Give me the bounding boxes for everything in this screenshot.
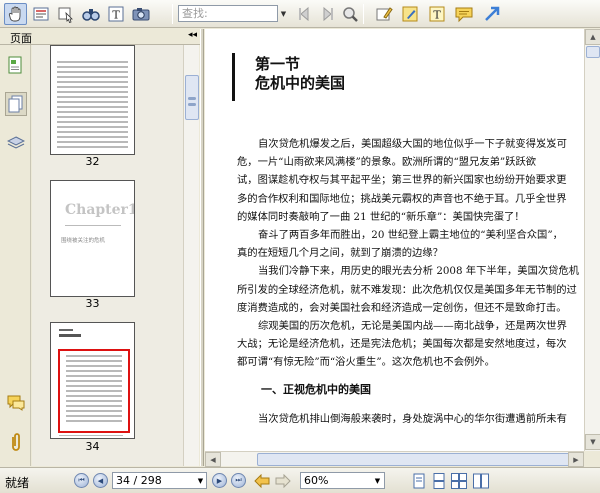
note-edit-icon[interactable] [398, 3, 421, 25]
page-number-input[interactable]: 34 / 298 [112, 472, 207, 489]
attachment-icon[interactable] [5, 430, 27, 454]
pages-icon[interactable] [5, 53, 27, 77]
section-title: 危机中的美国 [255, 74, 346, 92]
page-dropdown-icon[interactable]: ▼ [195, 473, 206, 488]
text-line: 的媒体同时奏敲响了一曲 21 世纪的“新乐章”：美国快完蛋了！ [237, 210, 525, 223]
text-line: 危，一片“山雨欲来风满楼”的景象。欧洲所谓的“盟兄友弟”跃跃欲 [237, 156, 537, 169]
text-line: 奋斗了两百多年而胜出，20 世纪登上霸主地位的“美利坚合众国”， [258, 229, 563, 242]
text-tool-icon[interactable]: T [104, 3, 127, 25]
page-thumbnail-label: 34 [85, 440, 100, 453]
text-line: 自次贷危机爆发之后，美国超级大国的地位似乎一下子就变得岌岌可 [258, 138, 567, 150]
text-line: 综观美国的历次危机，无论是美国内战——南北战争，还是两次世界 [258, 320, 567, 333]
collapse-panel-icon[interactable]: ◂◂ [188, 30, 197, 40]
first-page-icon[interactable]: ⏮ [74, 473, 89, 488]
document-vertical-scrollbar[interactable]: ▲ ▼ [584, 29, 600, 451]
search-options-icon[interactable] [338, 3, 361, 25]
svg-text:T: T [433, 9, 441, 22]
page-thumbnail[interactable] [50, 45, 135, 155]
section-number: 第一节 [255, 55, 301, 73]
text-line: 都可谓“有惊无险”而“浴火重生”。这次危机也不会例外。 [237, 356, 495, 369]
continuous-icon[interactable] [430, 472, 448, 490]
text-box-icon[interactable]: T [425, 3, 448, 25]
snapshot-icon[interactable] [54, 3, 77, 25]
search-dropdown-icon[interactable]: ▼ [278, 5, 289, 22]
document-page: 第一节 危机中的美国 自次贷危机爆发之后，美国超级大国的地位似乎一下子就变得岌岌… [205, 29, 584, 451]
find-icon[interactable] [79, 3, 102, 25]
heading-bar [232, 53, 235, 101]
text-line: 多的合作权利和国际地位；挑战美元霸权的声音也不绝于耳。几乎全世界 [237, 192, 567, 205]
subheading: 一、正视危机中的美国 [261, 383, 371, 396]
thumbnails-icon[interactable] [5, 92, 27, 116]
next-page-icon[interactable]: ▶ [212, 473, 227, 488]
paragraph: 自次贷危机爆发之后，美国超级大国的地位似乎一下子就变得岌岌可 危，一片“山雨欲来… [237, 135, 579, 372]
hand-tool-icon[interactable] [4, 3, 27, 25]
toolbar: T 查找: ▼ T [0, 0, 600, 28]
text-line: 真的在短短几个月之间，就到了崩溃的边缘？ [237, 247, 443, 260]
continuous-facing-icon[interactable] [472, 472, 490, 490]
document-horizontal-scrollbar[interactable]: ◀ ▶ [205, 451, 585, 467]
last-page-icon[interactable]: ⏭ [231, 473, 246, 488]
camera-icon[interactable] [129, 3, 152, 25]
single-page-icon[interactable] [410, 472, 428, 490]
paragraph: 当次贷危机排山倒海般来袭时，身处旋涡中心的华尔街遭遇前所未有 [237, 410, 579, 428]
scroll-left-icon[interactable]: ◀ [205, 452, 221, 467]
prev-result-icon[interactable] [293, 3, 316, 25]
status-bar: 就绪 ⏮ ◀ 34 / 298 ▼ ▶ ⏭ 60% ▼ [0, 467, 600, 493]
next-result-icon[interactable] [315, 3, 338, 25]
thumbnails-panel: 32 Chapter1 围绕被关注的危机 33 34 [32, 45, 183, 466]
text-line: 度消费造成的，会对美国社会和经济造成一定创伤，但还不是致命打击。 [237, 301, 567, 314]
select-text-icon[interactable] [29, 3, 52, 25]
prev-page-icon[interactable]: ◀ [93, 473, 108, 488]
chapter-title: Chapter1 [65, 202, 135, 218]
page-thumbnail[interactable]: Chapter1 围绕被关注的危机 [50, 180, 135, 297]
comments-icon[interactable] [5, 391, 27, 415]
facing-icon[interactable] [450, 472, 468, 490]
panel-splitter[interactable] [200, 29, 204, 466]
panel-title: 页面 [10, 32, 32, 45]
go-back-icon[interactable] [254, 473, 270, 489]
svg-text:T: T [112, 9, 120, 22]
panel-header: 页面 ◂◂ [0, 29, 200, 45]
page-thumbnail-label: 32 [85, 155, 100, 168]
text-line: 大战；无论是经济危机，还是宪法危机；美国每次都是安然地度过，每次 [237, 338, 567, 351]
viewport-indicator[interactable] [58, 349, 130, 433]
text-line: 试，图谋趁机夺权与其平起平坐；第三世界的新兴国家也纷纷开始要求更 [237, 174, 567, 187]
document-view[interactable]: 第一节 危机中的美国 自次贷危机爆发之后，美国超级大国的地位似乎一下子就变得岌岌… [205, 29, 584, 451]
status-text: 就绪 [5, 476, 30, 490]
text-line: 所引发的全球经济危机，就不难发现：此次危机仅仅是美国多年无节制的过 [237, 283, 577, 296]
page-thumbnail-selected[interactable] [50, 322, 135, 439]
panel-tab-strip [0, 45, 31, 466]
search-input[interactable]: 查找: [178, 5, 278, 22]
scroll-right-icon[interactable]: ▶ [568, 452, 584, 467]
comment-icon[interactable] [452, 3, 475, 25]
chapter-caption: 围绕被关注的危机 [61, 238, 106, 244]
highlight-icon[interactable] [372, 3, 395, 25]
text-line: 当我们冷静下来，用历史的眼光去分析 2008 年下半年，美国次贷危机 [258, 265, 579, 278]
scrollbar-thumb[interactable] [257, 453, 585, 466]
page-thumbnail-label: 33 [85, 297, 100, 310]
scroll-down-icon[interactable]: ▼ [585, 434, 600, 450]
scroll-up-icon[interactable]: ▲ [585, 29, 600, 45]
thumbnails-scrollbar[interactable] [183, 45, 199, 466]
go-forward-icon[interactable] [275, 473, 291, 489]
scrollbar-thumb[interactable] [586, 46, 600, 58]
arrow-icon[interactable] [480, 3, 503, 25]
zoom-dropdown-icon[interactable]: ▼ [372, 473, 383, 488]
layers-icon[interactable] [5, 131, 27, 155]
text-line: 当次贷危机排山倒海般来袭时，身处旋涡中心的华尔街遭遇前所未有 [258, 413, 567, 425]
